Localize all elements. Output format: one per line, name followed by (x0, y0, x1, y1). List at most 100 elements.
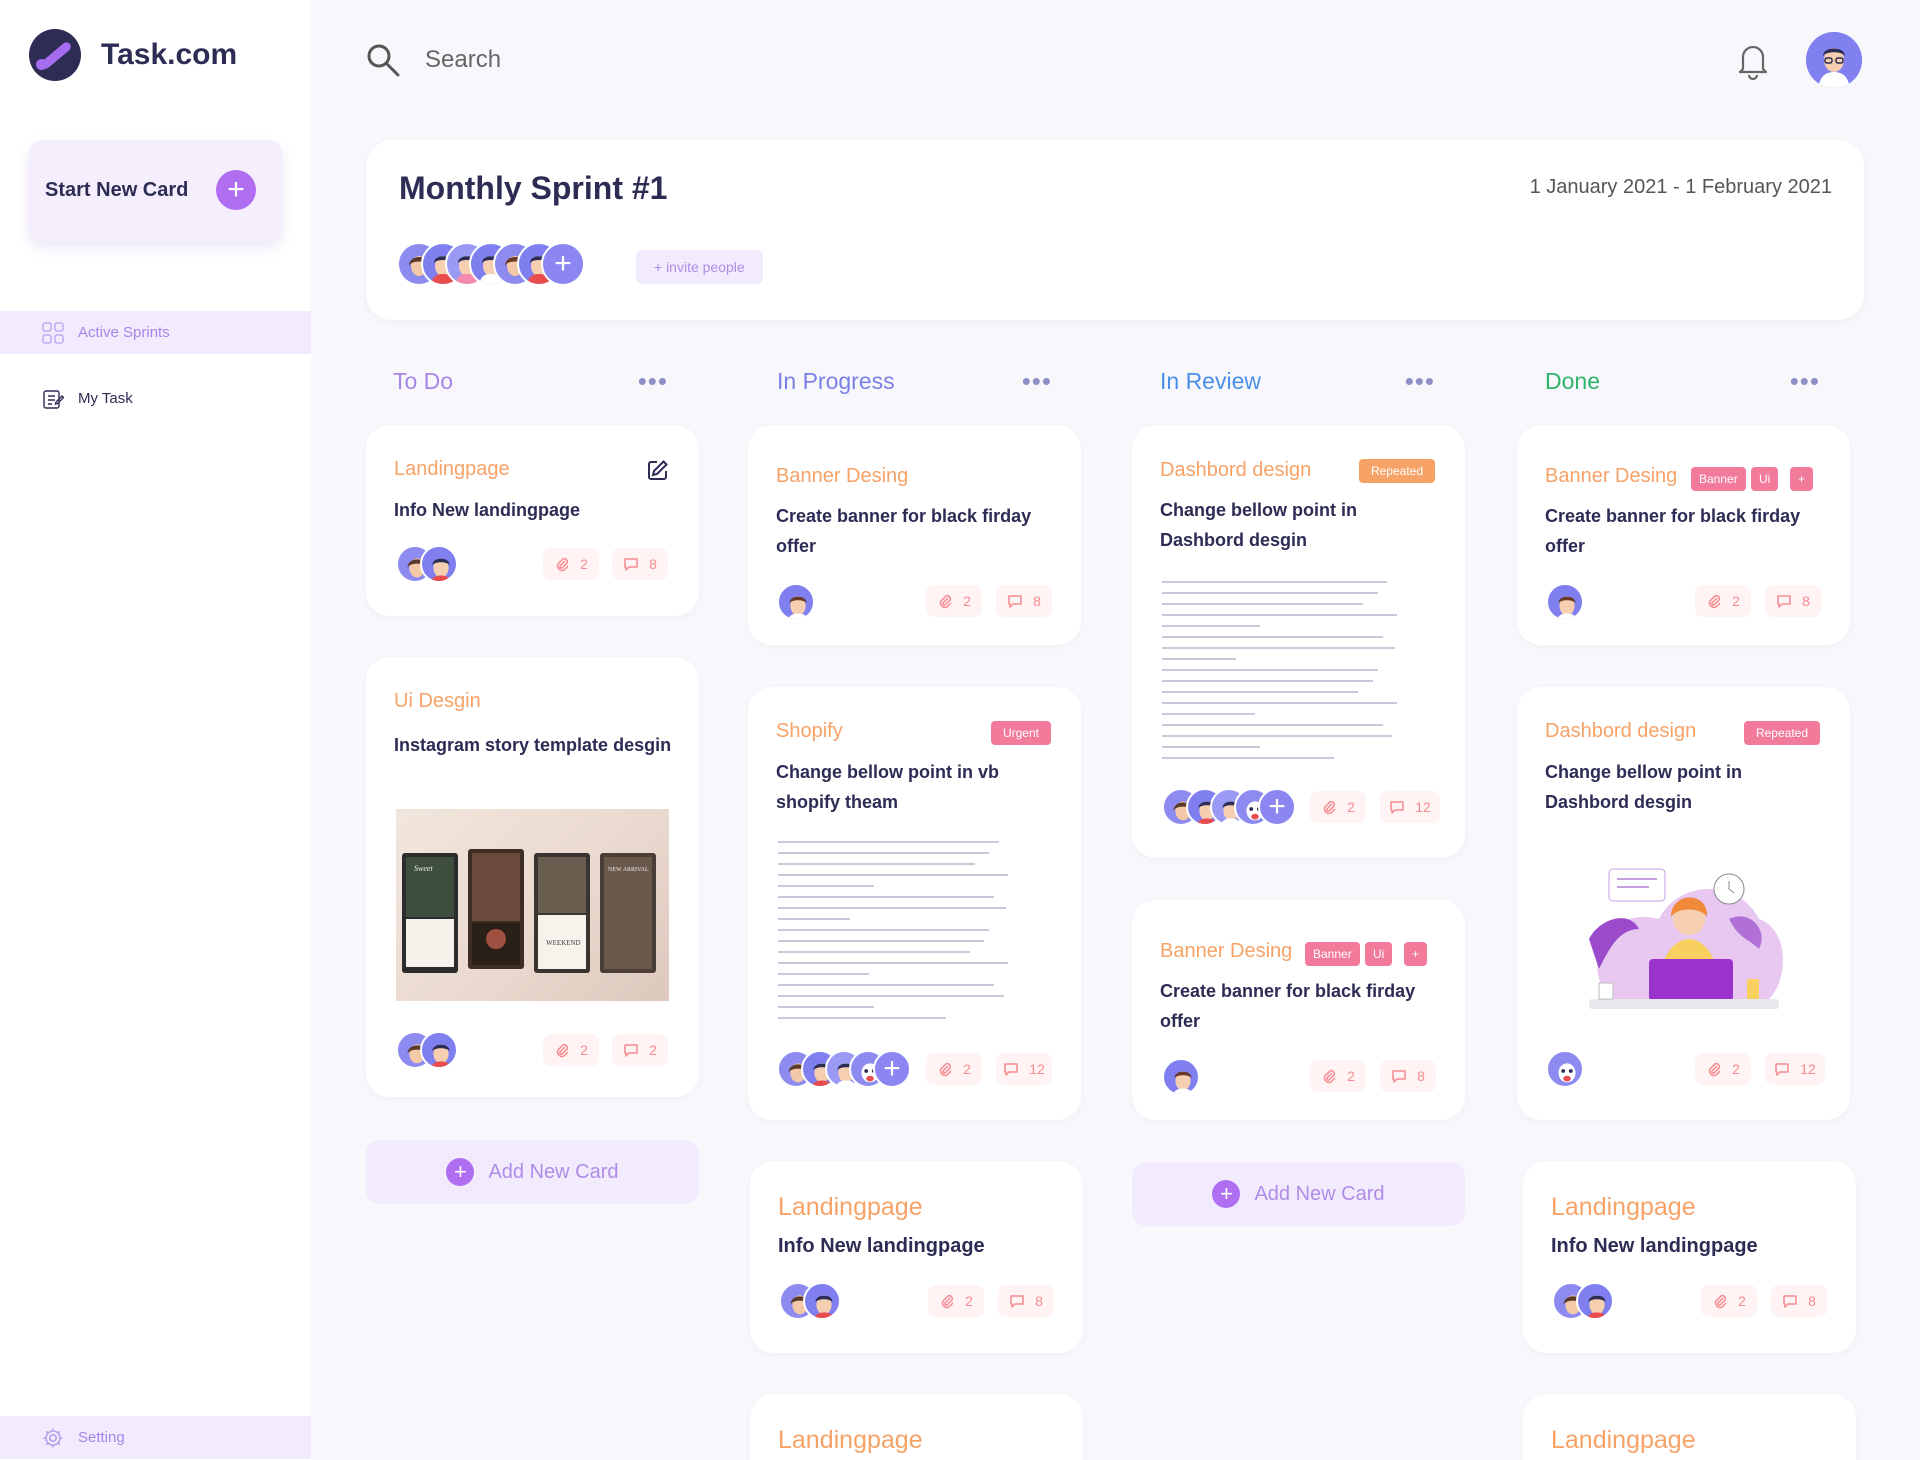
attachment-count[interactable]: 2 (1310, 1060, 1366, 1092)
add-tag-button[interactable]: + (1790, 467, 1814, 491)
card-category: Dashbord design (1545, 720, 1697, 742)
start-new-card-button[interactable]: Start New Card + (29, 140, 282, 241)
card-title: Info New landingpage (778, 1235, 985, 1257)
task-card[interactable]: Landingpage Info New landingpage 2 8 (1523, 1161, 1856, 1353)
attachment-count-value: 2 (963, 1061, 971, 1077)
sidebar-item-label: Active Sprints (78, 324, 170, 341)
invite-people-button[interactable]: + invite people (636, 250, 763, 284)
comment-count-value: 8 (1802, 593, 1810, 609)
comment-count[interactable]: 12 (996, 1053, 1052, 1085)
document-preview (778, 841, 1018, 1021)
comment-icon (1392, 1070, 1406, 1083)
comment-count[interactable]: 8 (612, 548, 668, 580)
attachment-count[interactable]: 2 (926, 1053, 982, 1085)
card-category: Landingpage (778, 1426, 923, 1454)
comment-count[interactable]: 8 (1380, 1060, 1436, 1092)
task-card[interactable]: Shopify Urgent Change bellow point in vb… (748, 687, 1081, 1120)
app-name: Task.com (101, 38, 238, 71)
task-card[interactable]: Banner Desing Create banner for black fi… (748, 425, 1081, 645)
avatar (1546, 583, 1584, 621)
task-list-icon (42, 388, 64, 410)
more-icon[interactable]: ••• (1022, 368, 1052, 394)
comment-count[interactable]: 8 (998, 1285, 1054, 1317)
comment-count[interactable]: 8 (1771, 1285, 1827, 1317)
attachment-count-value: 2 (965, 1293, 973, 1309)
add-assignee-button[interactable]: + (873, 1050, 911, 1088)
paperclip-icon (939, 594, 952, 609)
more-icon[interactable]: ••• (1790, 368, 1820, 394)
avatar (1576, 1282, 1614, 1320)
svg-text:WEEKEND: WEEKEND (546, 939, 581, 947)
attachment-count[interactable]: 2 (543, 1034, 599, 1066)
card-assignees (1546, 1050, 1584, 1088)
document-preview (1162, 581, 1407, 761)
card-category: Dashbord design (1160, 459, 1312, 481)
card-assignees (1552, 1282, 1614, 1320)
more-icon[interactable]: ••• (638, 368, 668, 394)
task-card[interactable]: Landingpage Info New landingpage 2 8 (750, 1161, 1083, 1353)
comment-icon (1390, 801, 1404, 814)
woman-at-laptop-illustration (1579, 859, 1789, 1019)
task-card[interactable]: Ui Desgin Instagram story template desgi… (366, 657, 699, 1097)
start-new-card-label: Start New Card (45, 179, 189, 201)
attachment-count[interactable]: 2 (543, 548, 599, 580)
attachment-count[interactable]: 2 (1695, 585, 1751, 617)
user-avatar[interactable] (1806, 32, 1862, 88)
comment-icon (1783, 1295, 1797, 1308)
plus-icon: + (1212, 1180, 1241, 1208)
comment-count[interactable]: 8 (1765, 585, 1821, 617)
app-logo[interactable]: Task.com (29, 29, 237, 81)
avatar (1546, 1050, 1584, 1088)
card-assignees: + (777, 1050, 911, 1088)
card-title: Change bellow point in vb shopify theam (776, 762, 999, 812)
card-title: Info New landingpage (394, 500, 581, 520)
card-assignees (1546, 583, 1584, 621)
column-title: Done (1545, 368, 1600, 394)
comment-count[interactable]: 12 (1765, 1053, 1825, 1085)
attachment-count-value: 2 (580, 1042, 588, 1058)
sprint-date-range: 1 January 2021 - 1 February 2021 (1529, 176, 1832, 198)
task-card[interactable]: Banner Desing Banner Ui + Create banner … (1517, 425, 1850, 645)
attachment-count[interactable]: 2 (926, 585, 982, 617)
sidebar-item-active-sprints[interactable]: Active Sprints (0, 311, 311, 354)
card-title: Create banner for black firday offer (1160, 981, 1416, 1031)
edit-icon[interactable] (647, 459, 669, 486)
attachment-count[interactable]: 2 (928, 1285, 984, 1317)
search-input[interactable] (425, 38, 1025, 82)
avatar (1162, 1058, 1200, 1096)
paperclip-icon (556, 1043, 569, 1058)
column-header-in-review: In Review ••• (1133, 368, 1463, 400)
comment-count-value: 12 (1800, 1061, 1816, 1077)
task-card[interactable]: Dashbord design Repeated Change bellow p… (1132, 425, 1465, 858)
comment-count[interactable]: 2 (612, 1034, 668, 1066)
add-new-card-button[interactable]: + Add New Card (366, 1140, 699, 1204)
task-card[interactable]: Landingpage (1523, 1394, 1856, 1460)
task-card[interactable]: Dashbord design Repeated Change bellow p… (1517, 687, 1850, 1120)
task-card[interactable]: Landingpage Info New landingpage 2 8 (366, 425, 699, 616)
comment-count[interactable]: 12 (1380, 791, 1440, 823)
add-new-card-button[interactable]: + Add New Card (1132, 1162, 1465, 1226)
attachment-count[interactable]: 2 (1701, 1285, 1757, 1317)
card-title: Create banner for black firday offer (1545, 506, 1801, 556)
task-card[interactable]: Banner Desing Banner Ui + Create banner … (1132, 900, 1465, 1120)
add-member-button[interactable]: + (541, 242, 585, 286)
sidebar-item-my-task[interactable]: My Task (0, 377, 311, 420)
attachment-count[interactable]: 2 (1695, 1053, 1751, 1085)
bell-icon[interactable] (1735, 40, 1771, 81)
search-icon[interactable] (365, 42, 401, 78)
add-assignee-button[interactable]: + (1258, 788, 1296, 826)
card-title: Change bellow point in Dashbord desgin (1160, 500, 1357, 550)
setting-label: Setting (78, 1429, 125, 1446)
task-card[interactable]: Landingpage (750, 1394, 1083, 1460)
card-assignees (777, 583, 815, 621)
more-icon[interactable]: ••• (1405, 368, 1435, 394)
column-header-done: Done ••• (1518, 368, 1848, 400)
card-category: Landingpage (1551, 1426, 1696, 1454)
attachment-count[interactable]: 2 (1310, 791, 1366, 823)
card-category: Banner Desing (776, 465, 909, 487)
comment-icon (1010, 1295, 1024, 1308)
add-tag-button[interactable]: + (1404, 942, 1428, 966)
repeated-tag: Repeated (1358, 459, 1435, 483)
sidebar-item-setting[interactable]: Setting (0, 1416, 311, 1459)
comment-count[interactable]: 8 (996, 585, 1052, 617)
